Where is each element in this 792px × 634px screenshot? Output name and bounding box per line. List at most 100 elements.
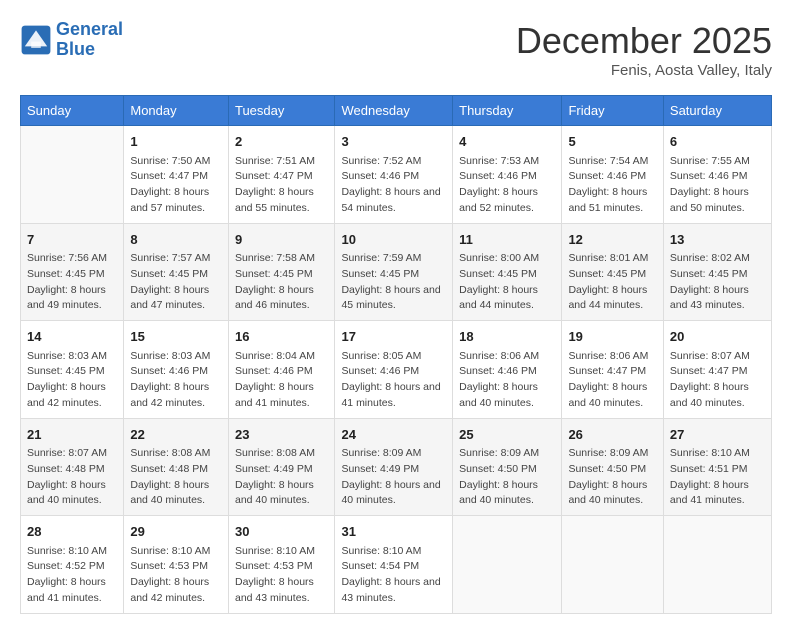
calendar-cell: 4Sunrise: 7:53 AMSunset: 4:46 PMDaylight… <box>453 126 562 224</box>
day-number: 21 <box>27 425 117 445</box>
day-number: 5 <box>568 132 656 152</box>
calendar-cell: 23Sunrise: 8:08 AMSunset: 4:49 PMDayligh… <box>228 418 334 516</box>
week-row-5: 28Sunrise: 8:10 AMSunset: 4:52 PMDayligh… <box>21 516 772 614</box>
calendar-body: 1Sunrise: 7:50 AMSunset: 4:47 PMDaylight… <box>21 126 772 614</box>
calendar-cell: 13Sunrise: 8:02 AMSunset: 4:45 PMDayligh… <box>663 223 771 321</box>
week-row-3: 14Sunrise: 8:03 AMSunset: 4:45 PMDayligh… <box>21 321 772 419</box>
day-number: 8 <box>130 230 222 250</box>
col-header-friday: Friday <box>562 96 663 126</box>
cell-info: Sunrise: 8:04 AMSunset: 4:46 PMDaylight:… <box>235 349 328 412</box>
calendar-cell: 15Sunrise: 8:03 AMSunset: 4:46 PMDayligh… <box>124 321 229 419</box>
day-number: 25 <box>459 425 555 445</box>
day-number: 29 <box>130 522 222 542</box>
day-number: 3 <box>341 132 446 152</box>
cell-info: Sunrise: 7:58 AMSunset: 4:45 PMDaylight:… <box>235 251 328 314</box>
page-header: General Blue December 2025 Fenis, Aosta … <box>20 20 772 79</box>
cell-info: Sunrise: 7:52 AMSunset: 4:46 PMDaylight:… <box>341 154 446 217</box>
calendar-cell: 27Sunrise: 8:10 AMSunset: 4:51 PMDayligh… <box>663 418 771 516</box>
calendar-cell: 2Sunrise: 7:51 AMSunset: 4:47 PMDaylight… <box>228 126 334 224</box>
calendar-header: SundayMondayTuesdayWednesdayThursdayFrid… <box>21 96 772 126</box>
cell-info: Sunrise: 8:07 AMSunset: 4:47 PMDaylight:… <box>670 349 765 412</box>
cell-info: Sunrise: 8:09 AMSunset: 4:50 PMDaylight:… <box>568 446 656 509</box>
day-number: 31 <box>341 522 446 542</box>
calendar-cell: 14Sunrise: 8:03 AMSunset: 4:45 PMDayligh… <box>21 321 124 419</box>
cell-info: Sunrise: 7:50 AMSunset: 4:47 PMDaylight:… <box>130 154 222 217</box>
week-row-4: 21Sunrise: 8:07 AMSunset: 4:48 PMDayligh… <box>21 418 772 516</box>
day-number: 9 <box>235 230 328 250</box>
calendar-cell: 24Sunrise: 8:09 AMSunset: 4:49 PMDayligh… <box>335 418 453 516</box>
calendar-cell: 25Sunrise: 8:09 AMSunset: 4:50 PMDayligh… <box>453 418 562 516</box>
day-number: 1 <box>130 132 222 152</box>
day-number: 30 <box>235 522 328 542</box>
calendar-cell: 28Sunrise: 8:10 AMSunset: 4:52 PMDayligh… <box>21 516 124 614</box>
day-number: 24 <box>341 425 446 445</box>
calendar-cell: 12Sunrise: 8:01 AMSunset: 4:45 PMDayligh… <box>562 223 663 321</box>
col-header-monday: Monday <box>124 96 229 126</box>
calendar-cell: 17Sunrise: 8:05 AMSunset: 4:46 PMDayligh… <box>335 321 453 419</box>
calendar-cell: 31Sunrise: 8:10 AMSunset: 4:54 PMDayligh… <box>335 516 453 614</box>
day-number: 23 <box>235 425 328 445</box>
logo-line2: Blue <box>56 39 95 59</box>
cell-info: Sunrise: 8:02 AMSunset: 4:45 PMDaylight:… <box>670 251 765 314</box>
calendar-cell: 29Sunrise: 8:10 AMSunset: 4:53 PMDayligh… <box>124 516 229 614</box>
logo-icon <box>20 24 52 56</box>
day-number: 26 <box>568 425 656 445</box>
cell-info: Sunrise: 8:10 AMSunset: 4:53 PMDaylight:… <box>130 544 222 607</box>
calendar-cell: 26Sunrise: 8:09 AMSunset: 4:50 PMDayligh… <box>562 418 663 516</box>
calendar-cell <box>562 516 663 614</box>
cell-info: Sunrise: 7:51 AMSunset: 4:47 PMDaylight:… <box>235 154 328 217</box>
calendar-cell <box>453 516 562 614</box>
day-number: 4 <box>459 132 555 152</box>
cell-info: Sunrise: 7:56 AMSunset: 4:45 PMDaylight:… <box>27 251 117 314</box>
cell-info: Sunrise: 8:10 AMSunset: 4:52 PMDaylight:… <box>27 544 117 607</box>
calendar-cell <box>663 516 771 614</box>
cell-info: Sunrise: 7:53 AMSunset: 4:46 PMDaylight:… <box>459 154 555 217</box>
header-row: SundayMondayTuesdayWednesdayThursdayFrid… <box>21 96 772 126</box>
day-number: 15 <box>130 327 222 347</box>
day-number: 14 <box>27 327 117 347</box>
month-title: December 2025 <box>516 20 772 62</box>
cell-info: Sunrise: 8:00 AMSunset: 4:45 PMDaylight:… <box>459 251 555 314</box>
week-row-1: 1Sunrise: 7:50 AMSunset: 4:47 PMDaylight… <box>21 126 772 224</box>
calendar-cell: 21Sunrise: 8:07 AMSunset: 4:48 PMDayligh… <box>21 418 124 516</box>
cell-info: Sunrise: 8:06 AMSunset: 4:46 PMDaylight:… <box>459 349 555 412</box>
calendar-cell: 5Sunrise: 7:54 AMSunset: 4:46 PMDaylight… <box>562 126 663 224</box>
calendar-cell: 18Sunrise: 8:06 AMSunset: 4:46 PMDayligh… <box>453 321 562 419</box>
calendar-cell <box>21 126 124 224</box>
cell-info: Sunrise: 8:05 AMSunset: 4:46 PMDaylight:… <box>341 349 446 412</box>
col-header-sunday: Sunday <box>21 96 124 126</box>
day-number: 19 <box>568 327 656 347</box>
day-number: 22 <box>130 425 222 445</box>
day-number: 28 <box>27 522 117 542</box>
cell-info: Sunrise: 8:09 AMSunset: 4:49 PMDaylight:… <box>341 446 446 509</box>
calendar-cell: 9Sunrise: 7:58 AMSunset: 4:45 PMDaylight… <box>228 223 334 321</box>
cell-info: Sunrise: 8:03 AMSunset: 4:46 PMDaylight:… <box>130 349 222 412</box>
calendar-table: SundayMondayTuesdayWednesdayThursdayFrid… <box>20 95 772 614</box>
day-number: 27 <box>670 425 765 445</box>
week-row-2: 7Sunrise: 7:56 AMSunset: 4:45 PMDaylight… <box>21 223 772 321</box>
cell-info: Sunrise: 7:55 AMSunset: 4:46 PMDaylight:… <box>670 154 765 217</box>
calendar-cell: 8Sunrise: 7:57 AMSunset: 4:45 PMDaylight… <box>124 223 229 321</box>
calendar-cell: 16Sunrise: 8:04 AMSunset: 4:46 PMDayligh… <box>228 321 334 419</box>
cell-info: Sunrise: 8:01 AMSunset: 4:45 PMDaylight:… <box>568 251 656 314</box>
col-header-tuesday: Tuesday <box>228 96 334 126</box>
calendar-cell: 20Sunrise: 8:07 AMSunset: 4:47 PMDayligh… <box>663 321 771 419</box>
cell-info: Sunrise: 7:59 AMSunset: 4:45 PMDaylight:… <box>341 251 446 314</box>
calendar-cell: 6Sunrise: 7:55 AMSunset: 4:46 PMDaylight… <box>663 126 771 224</box>
calendar-cell: 1Sunrise: 7:50 AMSunset: 4:47 PMDaylight… <box>124 126 229 224</box>
cell-info: Sunrise: 8:06 AMSunset: 4:47 PMDaylight:… <box>568 349 656 412</box>
cell-info: Sunrise: 8:10 AMSunset: 4:53 PMDaylight:… <box>235 544 328 607</box>
col-header-wednesday: Wednesday <box>335 96 453 126</box>
cell-info: Sunrise: 7:54 AMSunset: 4:46 PMDaylight:… <box>568 154 656 217</box>
cell-info: Sunrise: 8:10 AMSunset: 4:54 PMDaylight:… <box>341 544 446 607</box>
day-number: 7 <box>27 230 117 250</box>
cell-info: Sunrise: 8:09 AMSunset: 4:50 PMDaylight:… <box>459 446 555 509</box>
day-number: 17 <box>341 327 446 347</box>
col-header-thursday: Thursday <box>453 96 562 126</box>
cell-info: Sunrise: 8:03 AMSunset: 4:45 PMDaylight:… <box>27 349 117 412</box>
calendar-cell: 30Sunrise: 8:10 AMSunset: 4:53 PMDayligh… <box>228 516 334 614</box>
calendar-cell: 19Sunrise: 8:06 AMSunset: 4:47 PMDayligh… <box>562 321 663 419</box>
calendar-cell: 10Sunrise: 7:59 AMSunset: 4:45 PMDayligh… <box>335 223 453 321</box>
day-number: 16 <box>235 327 328 347</box>
day-number: 18 <box>459 327 555 347</box>
